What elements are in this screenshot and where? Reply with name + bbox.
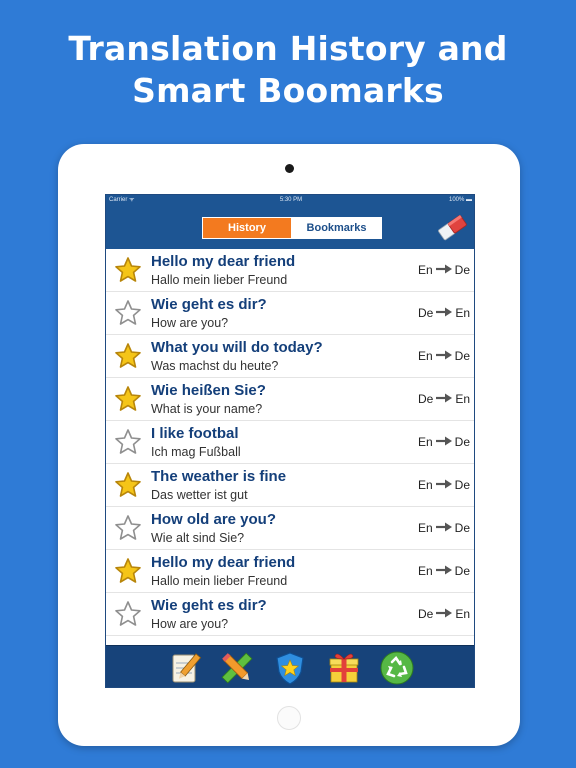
tablet-frame: Carrier ᯤ 5:30 PM 100% ▬ History Bookmar… xyxy=(58,144,520,746)
from-language: En xyxy=(417,478,433,492)
translated-phrase: How are you? xyxy=(151,316,229,330)
source-phrase: What you will do today? xyxy=(151,339,323,356)
arrow-right-icon xyxy=(435,349,452,363)
star-empty-icon[interactable] xyxy=(114,428,142,456)
arrow-right-icon xyxy=(435,478,452,492)
to-language: De xyxy=(454,478,470,492)
language-direction: En De xyxy=(418,564,470,578)
to-language: En xyxy=(455,392,470,406)
arrow-right-icon xyxy=(435,435,452,449)
language-direction: De En xyxy=(418,306,470,320)
gift-icon[interactable] xyxy=(326,650,362,686)
language-direction: En De xyxy=(418,478,470,492)
arrow-right-icon xyxy=(436,392,453,406)
star-filled-icon[interactable] xyxy=(114,342,142,370)
language-direction: En De xyxy=(418,521,470,535)
language-direction: De En xyxy=(418,607,470,621)
language-direction: En De xyxy=(418,349,470,363)
shield-star-icon[interactable] xyxy=(272,650,308,686)
from-language: De xyxy=(417,607,434,621)
camera-dot xyxy=(285,164,294,173)
arrow-right-icon xyxy=(435,263,452,277)
to-language: De xyxy=(454,435,470,449)
arrow-right-icon xyxy=(436,607,453,621)
history-row[interactable]: I like footbal Ich mag Fußball En De xyxy=(106,421,474,464)
language-direction: En De xyxy=(418,435,470,449)
source-phrase: How old are you? xyxy=(151,511,277,528)
source-phrase: Wie geht es dir? xyxy=(151,296,267,313)
star-empty-icon[interactable] xyxy=(114,600,142,628)
tab-bookmarks[interactable]: Bookmarks xyxy=(292,218,381,238)
arrow-right-icon xyxy=(435,521,452,535)
arrow-right-icon xyxy=(435,564,452,578)
promo-line-1: Translation History and xyxy=(68,29,508,68)
history-row[interactable]: Wie geht es dir? How are you? De En xyxy=(106,593,474,636)
star-filled-icon[interactable] xyxy=(114,557,142,585)
to-language: En xyxy=(455,306,470,320)
eraser-icon[interactable] xyxy=(436,213,468,243)
translated-phrase: What is your name? xyxy=(151,402,263,416)
source-phrase: The weather is fine xyxy=(151,468,287,485)
history-list: Hello my dear friend Hallo mein lieber Fr… xyxy=(106,249,474,645)
source-phrase: Hello my dear friend xyxy=(151,554,296,571)
history-row[interactable]: Hello my dear friend Hallo mein lieber Fr… xyxy=(106,249,474,292)
translated-phrase: Wie alt sind Sie? xyxy=(151,531,245,545)
source-phrase: Wie heißen Sie? xyxy=(151,382,266,399)
status-time: 5:30 PM xyxy=(279,197,303,203)
language-direction: De En xyxy=(418,392,470,406)
translated-phrase: How are you? xyxy=(151,617,229,631)
status-battery: 100% ▬ xyxy=(448,197,472,203)
bottom-toolbar xyxy=(106,645,474,687)
history-row[interactable]: Wie geht es dir? How are you? De En xyxy=(106,292,474,335)
star-filled-icon[interactable] xyxy=(114,385,142,413)
recycle-icon[interactable] xyxy=(379,650,415,686)
to-language: De xyxy=(454,263,470,277)
to-language: En xyxy=(455,607,470,621)
from-language: De xyxy=(417,392,434,406)
translated-phrase: Hallo mein lieber Freund xyxy=(151,273,288,287)
promo-headline: Translation History and Smart Boomarks xyxy=(0,28,576,112)
star-filled-icon[interactable] xyxy=(114,256,142,284)
from-language: De xyxy=(417,306,434,320)
history-row[interactable]: What you will do today? Was machst du heu… xyxy=(106,335,474,378)
tab-history[interactable]: History xyxy=(203,218,292,238)
from-language: En xyxy=(417,349,433,363)
history-row[interactable]: Wie heißen Sie? What is your name? De En xyxy=(106,378,474,421)
history-row[interactable]: How old are you? Wie alt sind Sie? En De xyxy=(106,507,474,550)
app-screen: Carrier ᯤ 5:30 PM 100% ▬ History Bookmar… xyxy=(105,194,475,688)
notepad-icon[interactable] xyxy=(166,650,202,686)
to-language: De xyxy=(454,564,470,578)
history-row[interactable]: The weather is fine Das wetter ist gut En D… xyxy=(106,464,474,507)
star-empty-icon[interactable] xyxy=(114,299,142,327)
translated-phrase: Ich mag Fußball xyxy=(151,445,241,459)
promo-line-2: Smart Boomarks xyxy=(132,71,444,110)
home-button[interactable] xyxy=(277,706,301,730)
nav-bar: Carrier ᯤ 5:30 PM 100% ▬ History Bookmar… xyxy=(106,195,474,249)
from-language: En xyxy=(417,564,433,578)
translated-phrase: Das wetter ist gut xyxy=(151,488,248,502)
from-language: En xyxy=(417,521,433,535)
from-language: En xyxy=(417,435,433,449)
segmented-control: History Bookmarks xyxy=(202,217,382,239)
source-phrase: Hello my dear friend xyxy=(151,253,296,270)
pencil-ruler-icon[interactable] xyxy=(219,650,255,686)
source-phrase: I like footbal xyxy=(151,425,239,442)
language-direction: En De xyxy=(418,263,470,277)
to-language: De xyxy=(454,349,470,363)
star-filled-icon[interactable] xyxy=(114,471,142,499)
arrow-right-icon xyxy=(436,306,453,320)
star-empty-icon[interactable] xyxy=(114,514,142,542)
to-language: De xyxy=(454,521,470,535)
translated-phrase: Was machst du heute? xyxy=(151,359,279,373)
source-phrase: Wie geht es dir? xyxy=(151,597,267,614)
status-bar: Carrier ᯤ 5:30 PM 100% ▬ xyxy=(106,195,474,205)
history-row[interactable]: Hello my dear friend Hallo mein lieber Fr… xyxy=(106,550,474,593)
from-language: En xyxy=(417,263,433,277)
translated-phrase: Hallo mein lieber Freund xyxy=(151,574,288,588)
